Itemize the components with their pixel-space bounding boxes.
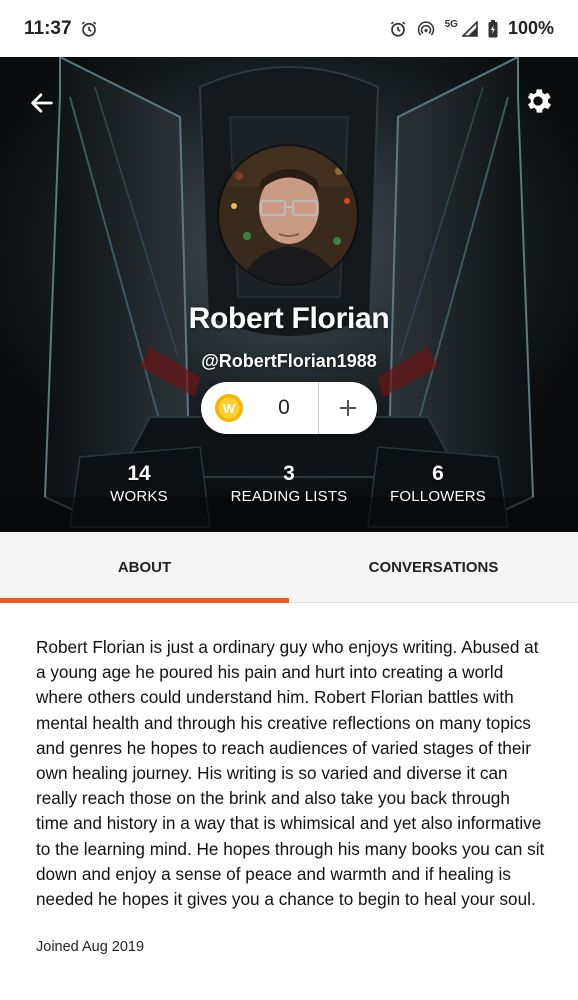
status-bar: 11:37 5G 100%	[0, 0, 578, 57]
add-coins-button[interactable]	[319, 382, 377, 434]
about-description: Robert Florian is just a ordinary guy wh…	[36, 637, 545, 910]
stat-label: READING LISTS	[230, 488, 348, 505]
tab-conversations[interactable]: CONVERSATIONS	[289, 532, 578, 602]
coin-count: 0	[278, 396, 290, 419]
profile-name: Robert Florian	[188, 302, 390, 335]
status-time: 11:37	[24, 17, 72, 39]
coins-pill[interactable]: W 0	[201, 382, 377, 434]
svg-text:W: W	[223, 401, 236, 416]
back-button[interactable]	[22, 83, 62, 123]
profile-tabs: ABOUT CONVERSATIONS	[0, 532, 578, 603]
hotspot-icon	[417, 20, 435, 38]
header-background-art	[0, 57, 578, 532]
alarm-icon	[80, 20, 98, 38]
stat-value: 3	[283, 462, 295, 485]
tab-label: ABOUT	[117, 558, 172, 576]
tab-label: CONVERSATIONS	[368, 558, 499, 576]
stat-value: 6	[432, 462, 444, 485]
profile-handle: @RobertFlorian1988	[201, 351, 377, 371]
stat-works[interactable]: 14 WORKS	[54, 462, 224, 508]
stat-followers[interactable]: 6 FOLLOWERS	[353, 462, 523, 508]
battery-level: 100%	[507, 18, 554, 38]
arrow-left-icon	[31, 93, 53, 113]
settings-button[interactable]	[516, 79, 560, 123]
network-type: 5G	[444, 19, 458, 30]
avatar-photo	[219, 146, 357, 284]
status-left: 11:37	[24, 18, 98, 40]
profile-stats: 14 WORKS 3 READING LISTS 6 FOLLOWERS	[0, 462, 578, 512]
stat-value: 14	[127, 462, 151, 485]
status-right: 5G 100%	[389, 18, 554, 39]
gear-icon	[527, 89, 551, 113]
alarm-icon	[389, 20, 407, 38]
tab-about[interactable]: ABOUT	[0, 532, 289, 603]
w-coin-icon: W	[215, 394, 243, 422]
plus-icon	[340, 400, 356, 416]
profile-header: Robert Florian @RobertFlorian1988 W 0 14…	[0, 57, 578, 532]
avatar[interactable]	[217, 144, 359, 286]
stat-label: FOLLOWERS	[390, 488, 486, 505]
stat-reading-lists[interactable]: 3 READING LISTS	[204, 462, 374, 508]
signal-icon	[461, 20, 478, 37]
battery-icon	[488, 19, 498, 38]
joined-date: Joined Aug 2019	[36, 939, 145, 955]
stat-label: WORKS	[110, 488, 168, 505]
active-tab-indicator	[0, 598, 289, 603]
